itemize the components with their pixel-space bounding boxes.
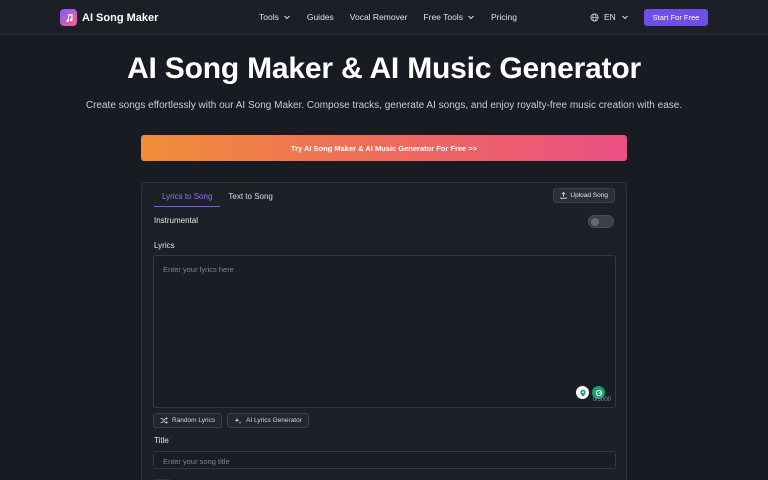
page: AI Song Maker Tools Guides Vocal Remover… xyxy=(0,0,768,480)
sparkle-icon xyxy=(234,417,242,424)
tab-lyrics-to-song[interactable]: Lyrics to Song xyxy=(154,183,221,207)
upload-song-label: Upload Song xyxy=(570,192,608,199)
nav-tools[interactable]: Tools xyxy=(259,12,291,22)
lyrics-textarea[interactable]: Enter your lyrics here 0/3000 xyxy=(153,255,616,408)
top-navbar: AI Song Maker Tools Guides Vocal Remover… xyxy=(0,0,768,35)
title-placeholder: Enter your song title xyxy=(163,457,230,466)
page-subtitle: Create songs effortlessly with our AI So… xyxy=(85,100,683,111)
language-code: EN xyxy=(604,12,616,22)
instrumental-toggle[interactable] xyxy=(588,215,614,228)
nav-pricing[interactable]: Pricing xyxy=(491,12,517,22)
lyrics-label: Lyrics xyxy=(154,241,175,250)
globe-icon xyxy=(590,12,599,22)
page-title: AI Song Maker & AI Music Generator xyxy=(127,52,641,85)
chevron-down-icon xyxy=(621,15,628,20)
ai-lyrics-generator-label: AI Lyrics Generator xyxy=(246,417,302,424)
start-for-free-button[interactable]: Start For Free xyxy=(644,9,708,26)
nav-vocal-remover-label: Vocal Remover xyxy=(349,12,408,22)
chevron-down-icon xyxy=(468,15,474,20)
music-note-icon xyxy=(60,9,77,26)
nav-tools-label: Tools xyxy=(259,12,279,22)
nav-vocal-remover[interactable]: Vocal Remover xyxy=(350,12,408,22)
nav-pricing-label: Pricing xyxy=(490,12,517,22)
random-lyrics-button[interactable]: Random Lyrics xyxy=(153,413,223,428)
language-selector[interactable]: EN xyxy=(590,12,629,22)
lyrics-placeholder: Enter your lyrics here xyxy=(163,265,234,274)
nav-free-tools-label: Free Tools xyxy=(423,12,463,22)
tab-text-to-song[interactable]: Text to Song xyxy=(220,183,280,207)
chevron-down-icon xyxy=(283,15,290,20)
location-pin-icon[interactable] xyxy=(576,386,589,399)
main-nav: Tools Guides Vocal Remover Free Tools Pr… xyxy=(259,12,517,22)
mode-tabs: Lyrics to Song Text to Song xyxy=(154,183,281,207)
random-lyrics-label: Random Lyrics xyxy=(172,417,216,424)
lyrics-char-counter: 0/3000 xyxy=(592,397,611,403)
nav-free-tools[interactable]: Free Tools xyxy=(423,12,475,22)
instrumental-label: Instrumental xyxy=(154,216,199,225)
brand-logo[interactable]: AI Song Maker xyxy=(60,9,158,26)
try-for-free-banner-button[interactable]: Try AI Song Maker & AI Music Generator F… xyxy=(141,135,627,161)
brand-name: AI Song Maker xyxy=(82,11,159,24)
nav-guides[interactable]: Guides xyxy=(307,12,334,22)
upload-song-button[interactable]: Upload Song xyxy=(553,188,615,203)
toggle-knob xyxy=(591,218,599,226)
title-label: Title xyxy=(154,436,169,445)
song-title-input[interactable]: Enter your song title xyxy=(153,451,616,469)
upload-icon xyxy=(560,192,567,199)
lyrics-tools: Random Lyrics AI Lyrics Generator xyxy=(153,413,309,428)
ai-lyrics-generator-button[interactable]: AI Lyrics Generator xyxy=(227,413,309,428)
nav-guides-label: Guides xyxy=(306,12,334,22)
song-generator-panel: Lyrics to Song Text to Song Upload Song … xyxy=(141,182,627,480)
shuffle-icon xyxy=(160,417,168,424)
